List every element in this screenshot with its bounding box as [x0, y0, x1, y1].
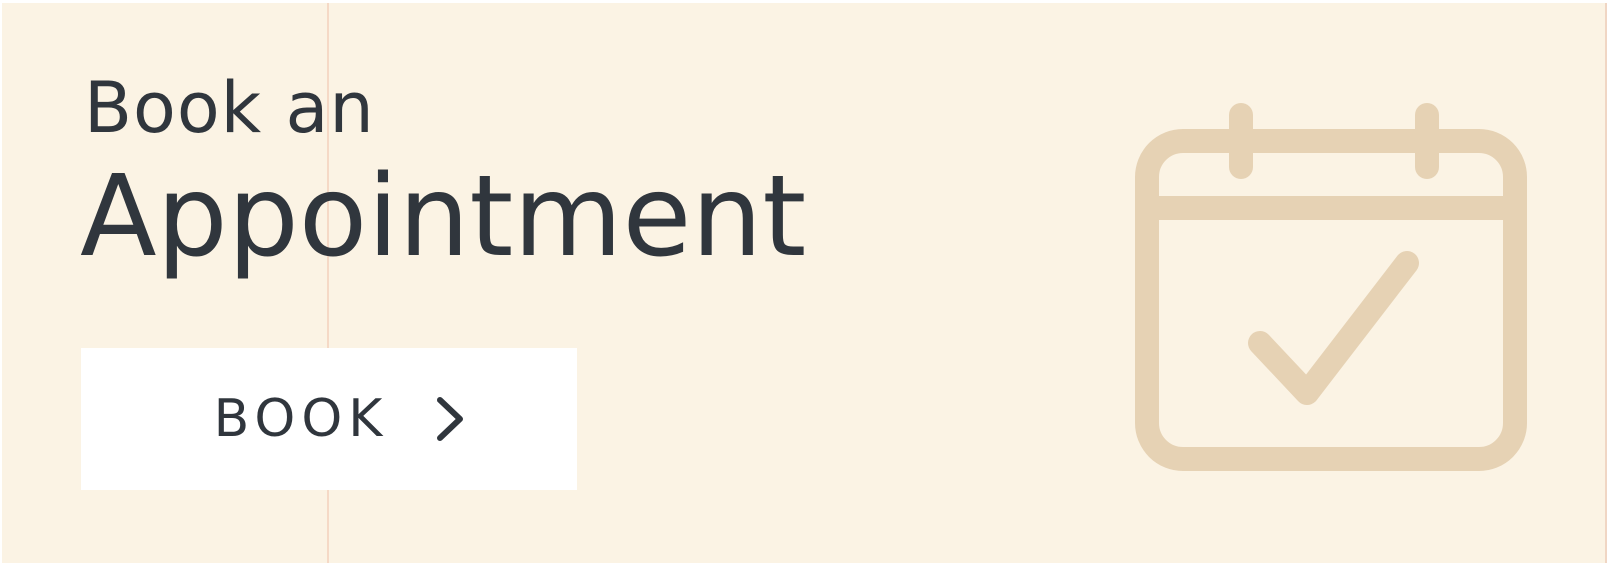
right-edge-border: [1605, 3, 1607, 563]
book-button-label: BOOK: [213, 389, 389, 449]
heading-line-2: Appointment: [80, 152, 807, 282]
appointment-banner: Book an Appointment BOOK: [2, 3, 1607, 563]
calendar-check-icon: [1135, 103, 1527, 471]
chevron-right-icon: [437, 397, 464, 441]
heading-line-1: Book an: [84, 67, 375, 149]
book-button[interactable]: BOOK: [81, 348, 577, 490]
